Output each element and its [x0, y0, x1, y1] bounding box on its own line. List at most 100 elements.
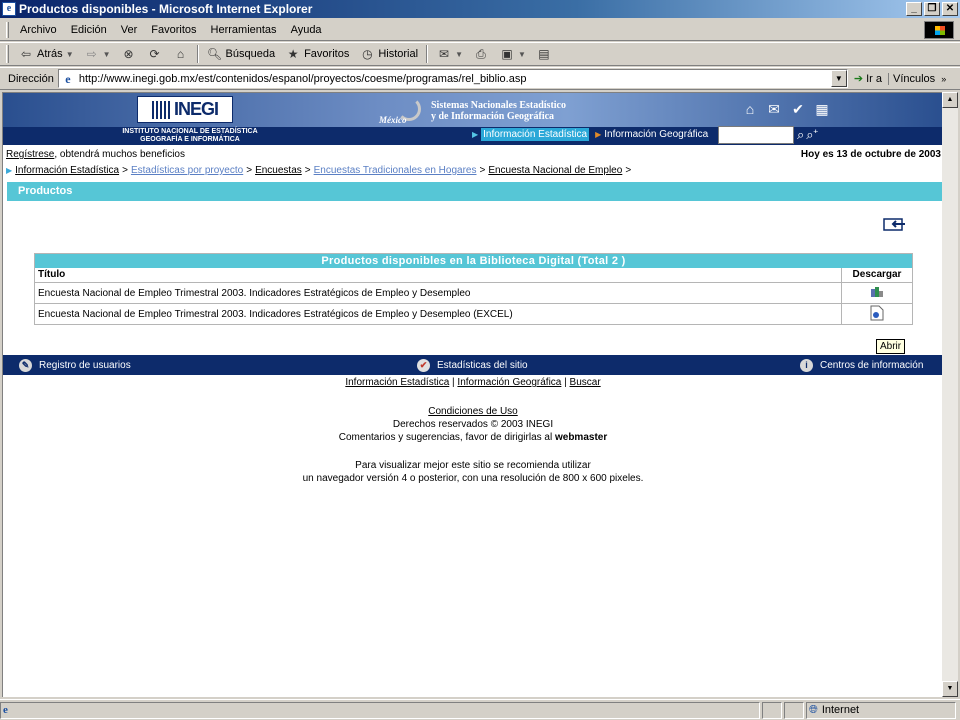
windows-logo-icon: [924, 21, 954, 39]
sitemap-icon[interactable]: ▦: [813, 101, 831, 118]
vertical-scrollbar[interactable]: ▲ ▼: [942, 92, 958, 697]
forward-button[interactable]: ⇨ ▼: [79, 44, 116, 64]
address-label: Dirección: [8, 72, 54, 85]
zip-download-icon[interactable]: [869, 285, 885, 299]
footer-legal: Condiciones de Uso Derechos reservados ©…: [3, 405, 942, 444]
window-title-bar: e Productos disponibles - Microsoft Inte…: [0, 0, 960, 18]
toolbar-grip[interactable]: [6, 45, 9, 63]
menu-bar: Archivo Edición Ver Favoritos Herramient…: [0, 19, 960, 41]
breadcrumb: ▶ Información Estadística > Estadísticas …: [6, 165, 631, 176]
breadcrumb-item[interactable]: Encuesta Nacional de Empleo: [488, 165, 622, 176]
print-button[interactable]: ⎙: [468, 44, 494, 64]
status-bar: e 🌐︎ Internet: [0, 699, 960, 720]
tab-label: Información Estadística: [481, 128, 590, 141]
status-main: e: [0, 701, 760, 719]
footer-link-estadistica[interactable]: Información Estadística: [345, 377, 449, 388]
table-title: Productos disponibles en la Biblioteca D…: [34, 253, 913, 268]
current-date: Hoy es 13 de octubre de 2003: [800, 149, 941, 160]
webmaster-link[interactable]: webmaster: [555, 432, 607, 443]
mail-icon: ✉: [439, 47, 450, 61]
go-arrow-icon: ➔: [853, 73, 864, 85]
chart-icon: ✔: [417, 358, 430, 372]
refresh-button[interactable]: ⟳: [142, 44, 168, 64]
inegi-full-name-line1: INSTITUTO NACIONAL DE ESTADÍSTICA: [122, 128, 258, 135]
menu-ver[interactable]: Ver: [114, 24, 145, 36]
breadcrumb-item[interactable]: Información Estadística: [15, 165, 119, 176]
page-viewport: INEGI INSTITUTO NACIONAL DE ESTADÍSTICA …: [2, 92, 942, 697]
header-icon-group: ⌂ ✉ ✔ ▦: [741, 101, 831, 118]
menu-edicion[interactable]: Edición: [64, 24, 114, 36]
mail-icon[interactable]: ✉: [765, 101, 783, 118]
tab-informacion-estadistica[interactable]: ▶ Información Estadística: [469, 127, 592, 142]
maximize-button[interactable]: ❐: [924, 2, 940, 16]
refresh-icon: ⟳: [149, 47, 160, 61]
search-icon: 🔍︎: [206, 47, 223, 61]
advanced-search-icon[interactable]: ⌕⁺: [806, 127, 818, 143]
open-tooltip: Abrir: [876, 339, 906, 354]
forward-arrow-icon: ⇨: [86, 47, 97, 61]
check-icon[interactable]: ✔: [789, 101, 807, 118]
footer-nav-bar: ✎ Registro de usuarios ✔ Estadísticas de…: [3, 355, 942, 375]
discuss-button[interactable]: ▤: [531, 44, 557, 64]
back-button[interactable]: ⇦ Atrás ▼: [13, 44, 79, 64]
footer-recommendation: Para visualizar mejor este sitio se reco…: [3, 459, 942, 485]
search-button[interactable]: 🔍︎ Búsqueda: [202, 44, 281, 64]
address-input[interactable]: e http://www.inegi.gob.mx/est/contenidos…: [57, 69, 848, 88]
footer-link-buscar[interactable]: Buscar: [570, 377, 601, 388]
site-header: INEGI INSTITUTO NACIONAL DE ESTADÍSTICA …: [3, 93, 942, 145]
excel-download-icon[interactable]: [870, 305, 884, 321]
links-button[interactable]: Vínculos: [887, 72, 939, 85]
history-button[interactable]: ◷ Historial: [354, 44, 423, 64]
scroll-down-icon[interactable]: ▼: [942, 681, 958, 697]
breadcrumb-item[interactable]: Estadísticas por proyecto: [131, 165, 243, 176]
go-button[interactable]: ➔ Ir a: [848, 72, 888, 86]
address-url[interactable]: http://www.inegi.gob.mx/est/contenidos/e…: [79, 73, 831, 85]
footer-registro-label: Registro de usuarios: [39, 359, 131, 371]
home-button[interactable]: ⌂: [168, 44, 194, 64]
scroll-up-icon[interactable]: ▲: [942, 92, 958, 108]
footer-registro[interactable]: ✎ Registro de usuarios: [19, 358, 131, 372]
home-icon[interactable]: ⌂: [741, 101, 759, 118]
ie-app-icon: e: [2, 2, 16, 16]
toolbar-grip[interactable]: [6, 21, 9, 38]
register-link[interactable]: Regístrese: [6, 149, 54, 160]
edit-dropdown-icon[interactable]: ▼: [518, 50, 526, 59]
back-dropdown-icon[interactable]: ▼: [66, 50, 74, 59]
back-return-icon[interactable]: [883, 217, 907, 233]
breadcrumb-item[interactable]: Encuestas Tradicionales en Hogares: [314, 165, 477, 176]
inegi-logo[interactable]: INEGI: [137, 96, 233, 123]
site-search-input[interactable]: [718, 126, 794, 144]
table-row: Encuesta Nacional de Empleo Trimestral 2…: [34, 282, 913, 304]
sne-line2: y de Información Geográfica: [431, 111, 555, 122]
tab-arrow-icon: ▶: [472, 130, 479, 139]
search-icon[interactable]: ⌕: [797, 127, 804, 143]
mail-dropdown-icon[interactable]: ▼: [455, 50, 463, 59]
menu-favoritos[interactable]: Favoritos: [144, 24, 203, 36]
back-label: Atrás: [37, 48, 63, 60]
footer-centros[interactable]: i Centros de información: [800, 358, 923, 372]
footer-estadisticas[interactable]: ✔ Estadísticas del sitio: [417, 358, 528, 372]
breadcrumb-sep: >: [479, 165, 486, 176]
menu-archivo[interactable]: Archivo: [13, 24, 64, 36]
menu-herramientas[interactable]: Herramientas: [204, 24, 284, 36]
address-dropdown-icon[interactable]: ▼: [830, 70, 847, 87]
mail-button[interactable]: ✉ ▼: [431, 44, 468, 64]
favorites-button[interactable]: ★ Favoritos: [280, 44, 354, 64]
conditions-link[interactable]: Condiciones de Uso: [428, 406, 518, 417]
tab-informacion-geografica[interactable]: ▶ Información Geográfica: [592, 128, 711, 141]
stop-button[interactable]: ⊗: [116, 44, 142, 64]
minimize-button[interactable]: _: [906, 2, 922, 16]
comments-line: Comentarios y sugerencias, favor de diri…: [3, 431, 942, 444]
edit-button[interactable]: ▣ ▼: [494, 44, 531, 64]
menu-ayuda[interactable]: Ayuda: [284, 24, 329, 36]
forward-dropdown-icon[interactable]: ▼: [103, 50, 111, 59]
links-chevron-icon[interactable]: »: [941, 74, 946, 84]
footer-link-geografica[interactable]: Información Geográfica: [457, 377, 561, 388]
stop-icon: ⊗: [123, 47, 134, 61]
favorites-label: Favoritos: [304, 48, 350, 60]
pencil-icon: ✎: [19, 358, 32, 372]
footer-links: Información Estadística | Información Ge…: [345, 377, 601, 388]
product-title: Encuesta Nacional de Empleo Trimestral 2…: [34, 282, 842, 304]
breadcrumb-item[interactable]: Encuestas: [255, 165, 302, 176]
close-button[interactable]: ✕: [942, 2, 958, 16]
